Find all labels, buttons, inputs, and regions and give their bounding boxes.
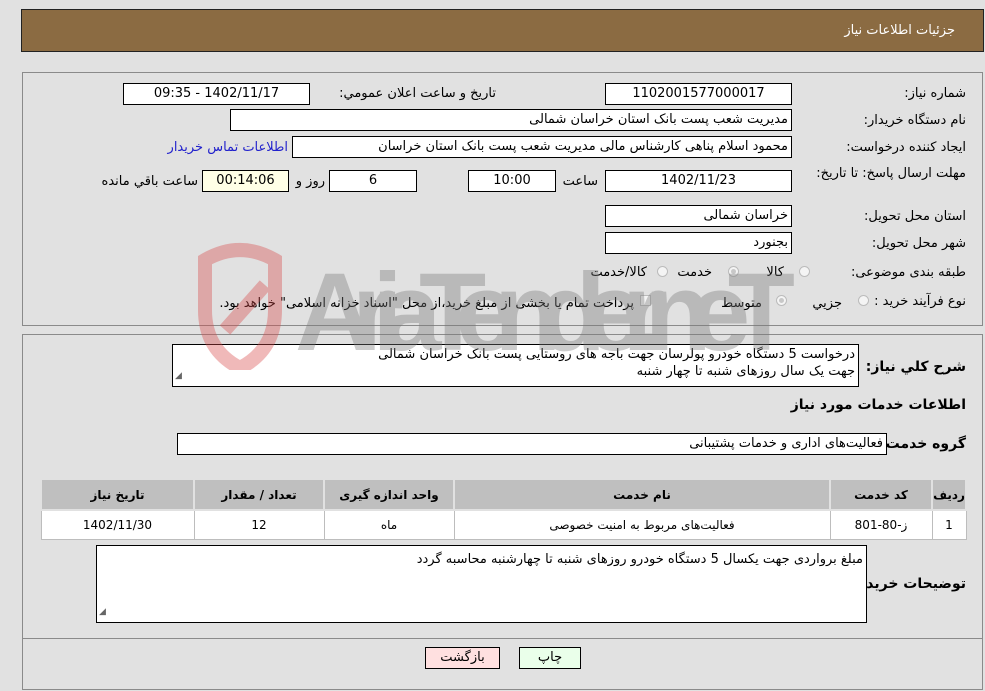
services-heading: اطلاعات خدمات مورد نیاز — [790, 397, 966, 413]
deadline-time-label: ساعت — [562, 174, 598, 189]
category-goods-service-radio[interactable] — [657, 266, 668, 277]
category-goods-service-label: کالا/خدمت — [590, 265, 647, 280]
process-medium-radio[interactable] — [776, 295, 787, 306]
buyer-org-field: مدیریت شعب پست بانک استان خراسان شمالی — [230, 109, 792, 131]
table-header-row: ردیف کد خدمت نام خدمت واحد اندازه گیری ت… — [40, 478, 967, 511]
description-textarea[interactable]: درخواست 5 دستگاه خودرو پولرسان جهت باجه … — [172, 344, 859, 387]
buyer-org-label: نام دستگاه خریدار: — [863, 113, 966, 128]
process-minor-label: جزيي — [812, 296, 842, 311]
page-title: جزئیات اطلاعات نیاز — [844, 23, 955, 38]
province-field: خراسان شمالی — [605, 205, 792, 227]
cell-quantity: 12 — [193, 509, 325, 540]
need-info-panel: شماره نیاز: 1102001577000017 تاریخ و ساع… — [22, 72, 983, 326]
remaining-label: ساعت باقي مانده — [101, 174, 198, 189]
cell-unit: ماه — [323, 509, 455, 540]
cell-service-code: ز-80-801 — [829, 509, 933, 540]
process-medium-label: متوسط — [721, 296, 762, 311]
print-button[interactable]: چاپ — [519, 647, 581, 669]
buyer-notes-text: مبلغ برواردی جهت یکسال 5 دستگاه خودرو رو… — [416, 552, 863, 567]
cell-row-number: 1 — [931, 509, 967, 540]
category-label: طبقه بندی موضوعی: — [850, 265, 966, 280]
description-label: شرح كلي نياز: — [865, 359, 966, 375]
back-button[interactable]: بازگشت — [425, 647, 500, 669]
resize-grip-icon[interactable]: ◢ — [99, 604, 106, 621]
deadline-time-field: 10:00 — [468, 170, 556, 192]
description-line-1: درخواست 5 دستگاه خودرو پولرسان جهت باجه … — [378, 347, 855, 362]
days-remaining-field: 6 — [329, 170, 417, 192]
service-group-label: گروه خدمت: — [880, 436, 966, 452]
col-service-name: نام خدمت — [453, 478, 831, 511]
col-row-number: ردیف — [931, 478, 967, 511]
announce-label: تاریخ و ساعت اعلان عمومي: — [339, 86, 496, 101]
resize-grip-icon[interactable]: ◢ — [175, 368, 182, 385]
process-minor-radio[interactable] — [858, 295, 869, 306]
creator-label: ایجاد کننده درخواست: — [846, 140, 966, 155]
col-unit: واحد اندازه گیری — [323, 478, 455, 511]
remaining-time-field: 00:14:06 — [202, 170, 289, 192]
col-need-date: تاریخ نیاز — [40, 478, 195, 511]
col-service-code: کد خدمت — [829, 478, 933, 511]
need-details-panel: شرح كلي نياز: درخواست 5 دستگاه خودرو پول… — [22, 334, 983, 690]
col-quantity: تعداد / مقدار — [193, 478, 325, 511]
deadline-date-field: 1402/11/23 — [605, 170, 792, 192]
description-line-2: جهت یک سال روزهای شنبه تا چهار شنبه — [636, 364, 855, 379]
city-label: شهر محل تحویل: — [871, 236, 966, 251]
buyer-contact-link[interactable]: اطلاعات تماس خریدار — [168, 140, 288, 155]
need-number-field: 1102001577000017 — [605, 83, 792, 105]
category-service-radio[interactable] — [728, 266, 739, 277]
cell-need-date: 1402/11/30 — [40, 509, 195, 540]
days-label: روز و — [295, 174, 325, 189]
page-header: جزئیات اطلاعات نیاز — [21, 9, 984, 52]
category-goods-radio[interactable] — [799, 266, 810, 277]
service-group-field: فعالیت‌های اداری و خدمات پشتیبانی — [177, 433, 887, 455]
category-service-label: خدمت — [677, 265, 712, 280]
announce-field: 1402/11/17 - 09:35 — [123, 83, 310, 105]
services-table: ردیف کد خدمت نام خدمت واحد اندازه گیری ت… — [40, 478, 967, 540]
province-label: استان محل تحویل: — [864, 209, 966, 224]
deadline-label: مهلت ارسال پاسخ: تا تاریخ: — [816, 166, 966, 181]
need-number-label: شماره نیاز: — [904, 86, 966, 101]
process-label: نوع فرآیند خرید : — [874, 294, 966, 309]
treasury-note: پرداخت تمام یا بخشی از مبلغ خرید،از محل … — [219, 296, 634, 311]
city-field: بجنورد — [605, 232, 792, 254]
divider — [23, 638, 982, 639]
treasury-checkbox[interactable] — [640, 295, 651, 306]
table-row: 1 ز-80-801 فعالیت‌های مربوط به امنیت خصو… — [40, 509, 967, 540]
creator-field: محمود اسلام پناهی کارشناس مالی مدیریت شع… — [292, 136, 792, 158]
cell-service-name: فعالیت‌های مربوط به امنیت خصوصی — [453, 509, 831, 540]
category-goods-label: کالا — [766, 265, 784, 280]
buyer-notes-textarea[interactable]: مبلغ برواردی جهت یکسال 5 دستگاه خودرو رو… — [96, 545, 867, 623]
